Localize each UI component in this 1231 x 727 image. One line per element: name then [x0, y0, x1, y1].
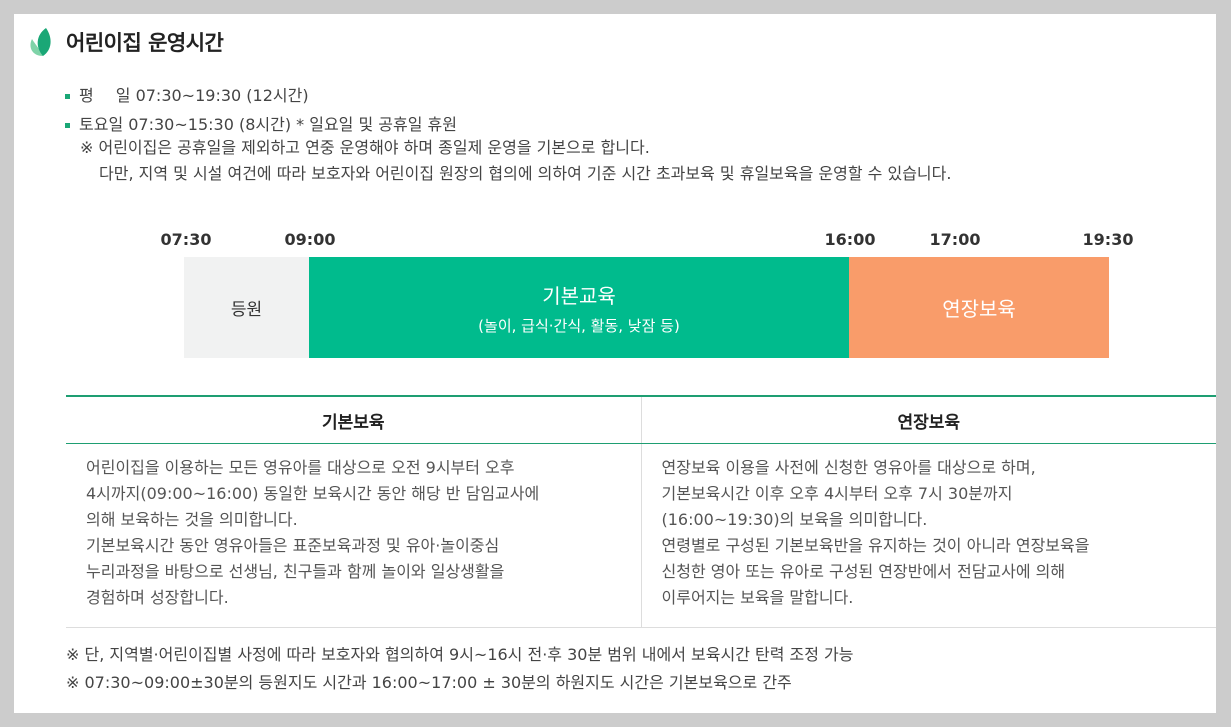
description-line: 연령별로 구성된 기본보육반을 유지하는 것이 아니라 연장보육을: [661, 536, 1090, 555]
weekday-hours: 평일 07:30~19:30 (12시간): [64, 81, 951, 110]
header-basic-care: 기본보육: [66, 397, 642, 443]
description-line: 4시까지(09:00~16:00) 동일한 보육시간 동안 해당 반 담임교사에: [86, 484, 540, 503]
description-line: 연장보육 이용을 사전에 신청한 영유아를 대상으로 하며,: [661, 458, 1036, 477]
description-line: 누리과정을 바탕으로 선생님, 친구들과 함께 놀이와 일상생활을: [86, 562, 505, 581]
leaf-icon: [30, 28, 51, 56]
footnote: ※ 07:30~09:00±30분의 등원지도 시간과 16:00~17:00 …: [66, 673, 792, 692]
header-extended-care: 연장보육: [897, 412, 961, 433]
bullet: [65, 123, 70, 128]
timeline-time-labels: 07:30 09:00 16:00 17:00 19:30: [14, 230, 1216, 254]
time-label: 19:30: [1082, 230, 1134, 249]
basic-education-segment: 기본교육 (놀이, 급식·간식, 활동, 낮잠 등): [309, 257, 849, 358]
page-title: 어린이집 운영시간: [66, 31, 224, 55]
description-line: 이루어지는 보육을 말합니다.: [661, 588, 854, 607]
time-label: 17:00: [929, 230, 981, 249]
content-panel: 어린이집 운영시간 평일 07:30~19:30 (12시간) 토요일 07:3…: [14, 14, 1216, 713]
description-line: (16:00~19:30)의 보육을 의미합니다.: [661, 510, 928, 529]
time-label: 16:00: [824, 230, 876, 249]
extended-care-segment: 연장보육: [849, 257, 1109, 358]
time-label: 07:30: [160, 230, 212, 249]
time-label: 09:00: [284, 230, 336, 249]
care-type-table: 기본보육 연장보육 어린이집을 이용하는 모든 영유아를 대상으로 오전 9시부…: [66, 395, 1216, 628]
basic-care-description: 어린이집을 이용하는 모든 영유아를 대상으로 오전 9시부터 오후 4시까지(…: [66, 444, 642, 627]
note-line: 다만, 지역 및 시설 여건에 따라 보호자와 어린이집 원장의 협의에 의하여…: [99, 164, 952, 183]
description-line: 경험하며 성장합니다.: [86, 588, 229, 607]
description-line: 기본보육시간 동안 영유아들은 표준보육과정 및 유아·놀이중심: [86, 536, 500, 555]
enroll-segment: 등원: [184, 257, 309, 358]
description-line: 어린이집을 이용하는 모든 영유아를 대상으로 오전 9시부터 오후: [86, 458, 515, 477]
table-header: 기본보육 연장보육: [66, 397, 1216, 444]
table-body: 어린이집을 이용하는 모든 영유아를 대상으로 오전 9시부터 오후 4시까지(…: [66, 444, 1216, 628]
bullet: [65, 94, 70, 99]
hours-notes: ※ 어린이집은 공휴일을 제외하고 연중 운영해야 하며 종일제 운영을 기본으…: [64, 135, 951, 187]
description-line: 의해 보육하는 것을 의미합니다.: [86, 510, 298, 529]
footnotes: ※ 단, 지역별·어린이집별 사정에 따라 보호자와 협의하여 9시~16시 전…: [66, 641, 854, 697]
extended-care-description: 연장보육 이용을 사전에 신청한 영유아를 대상으로 하며, 기본보육시간 이후…: [642, 444, 1217, 627]
description-line: 신청한 영아 또는 유아로 구성된 연장반에서 전담교사에 의해: [661, 562, 1066, 581]
description-line: 기본보육시간 이후 오후 4시부터 오후 7시 30분까지: [661, 484, 1013, 503]
title-row: 어린이집 운영시간: [26, 22, 224, 62]
saturday-hours: 토요일 07:30~15:30 (8시간) * 일요일 및 공휴일 휴원: [64, 110, 951, 139]
footnote: ※ 단, 지역별·어린이집별 사정에 따라 보호자와 협의하여 9시~16시 전…: [66, 645, 854, 664]
timeline-bar: 등원 기본교육 (놀이, 급식·간식, 활동, 낮잠 등) 연장보육: [184, 257, 1109, 358]
operating-hours-info: 평일 07:30~19:30 (12시간) 토요일 07:30~15:30 (8…: [64, 81, 951, 187]
